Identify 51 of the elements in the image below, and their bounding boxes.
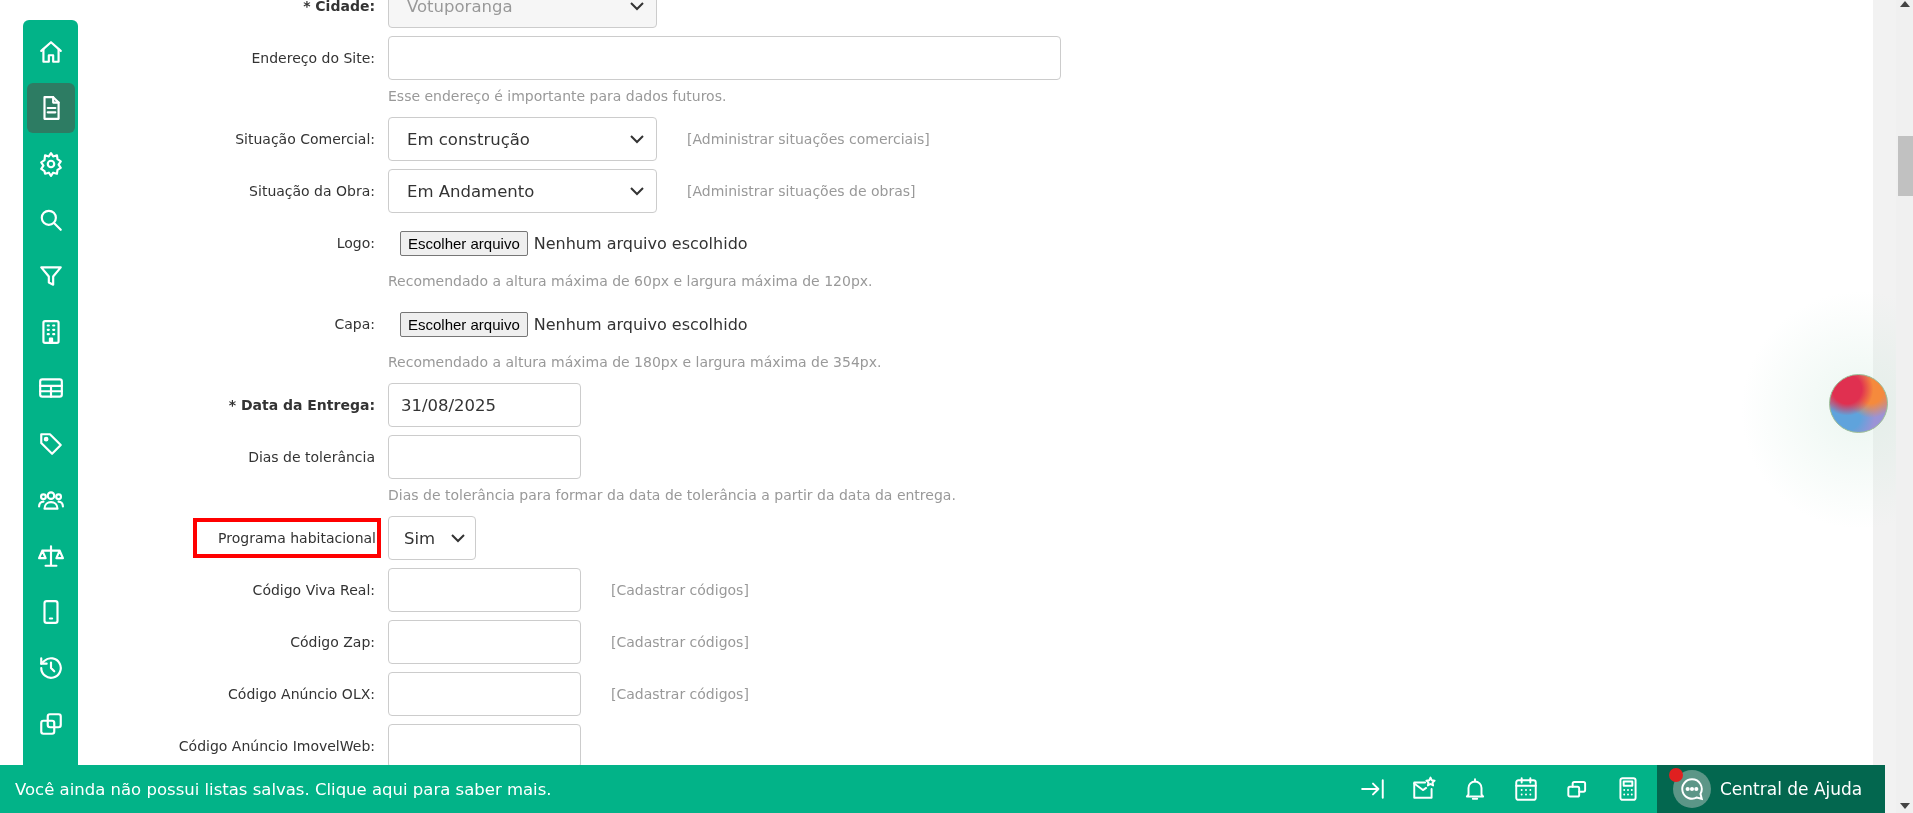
choose-file-button[interactable]: Escolher arquivo <box>400 230 528 256</box>
help-text: Dias de tolerância para formar da data de tolerância a partir da data da entrega. <box>388 486 956 505</box>
chevron-down-icon <box>630 186 644 196</box>
copy-icon <box>37 711 64 737</box>
mail-star-icon[interactable] <box>1411 776 1437 802</box>
file-status: Nenhum arquivo escolhido <box>533 233 748 253</box>
file-status: Nenhum arquivo escolhido <box>533 314 748 334</box>
scrollbar-thumb[interactable] <box>1898 136 1913 196</box>
settings-icon <box>37 151 64 177</box>
home-icon <box>37 39 64 65</box>
calendar-icon[interactable] <box>1513 776 1539 802</box>
scroll-up-icon[interactable] <box>1900 1 1910 7</box>
chat-bubble-icon <box>1673 770 1711 808</box>
select-field[interactable]: Em construção <box>388 117 657 161</box>
help-text: Recomendado a altura máxima de 180px e largura máxima de 354px. <box>388 353 882 372</box>
chevron-down-icon <box>451 533 465 543</box>
chevron-down-icon <box>630 134 644 144</box>
field-label: Código Anúncio ImovelWeb: <box>177 738 376 754</box>
field-label: Código Zap: <box>289 634 376 650</box>
history-icon <box>37 655 64 681</box>
help-center-button[interactable]: Central de Ajuda <box>1657 765 1885 813</box>
filter-icon <box>37 263 64 289</box>
scale-icon <box>37 543 64 569</box>
help-text: Esse endereço é importante para dados futuros. <box>388 87 728 106</box>
help-text: Recomendado a altura máxima de 60px e largura máxima de 120px. <box>388 272 873 291</box>
field-label: Situação da Obra: <box>248 183 376 199</box>
field-label: Dias de tolerância <box>247 449 376 465</box>
field-label: Logo: <box>335 235 376 251</box>
input-field[interactable] <box>388 672 581 716</box>
field-label: * Data da Entrega: <box>227 397 376 413</box>
arrow-to-bar-icon[interactable] <box>1360 776 1386 802</box>
input-field[interactable]: 31/08/2025 <box>388 383 581 427</box>
sidebar-item[interactable] <box>26 83 75 133</box>
input-field[interactable] <box>388 620 581 664</box>
field-label: Código Anúncio OLX: <box>227 686 376 702</box>
field-label: * Cidade: <box>302 0 376 14</box>
tag-icon <box>37 431 64 457</box>
input-field[interactable] <box>388 435 581 479</box>
field-label: Endereço do Site: <box>250 50 376 66</box>
select-field[interactable]: Em Andamento <box>388 169 657 213</box>
input-field[interactable] <box>388 36 1061 80</box>
field-label: Situação Comercial: <box>234 131 376 147</box>
choose-file-button[interactable]: Escolher arquivo <box>400 311 528 337</box>
input-field[interactable] <box>388 568 581 612</box>
table-icon <box>37 375 64 401</box>
input-field[interactable] <box>388 724 581 768</box>
field-label: Código Viva Real: <box>251 582 376 598</box>
field-label: Capa: <box>333 316 376 332</box>
select-field[interactable]: Sim <box>388 516 476 560</box>
chevron-down-icon <box>630 1 644 11</box>
scroll-down-icon[interactable] <box>1900 803 1910 809</box>
